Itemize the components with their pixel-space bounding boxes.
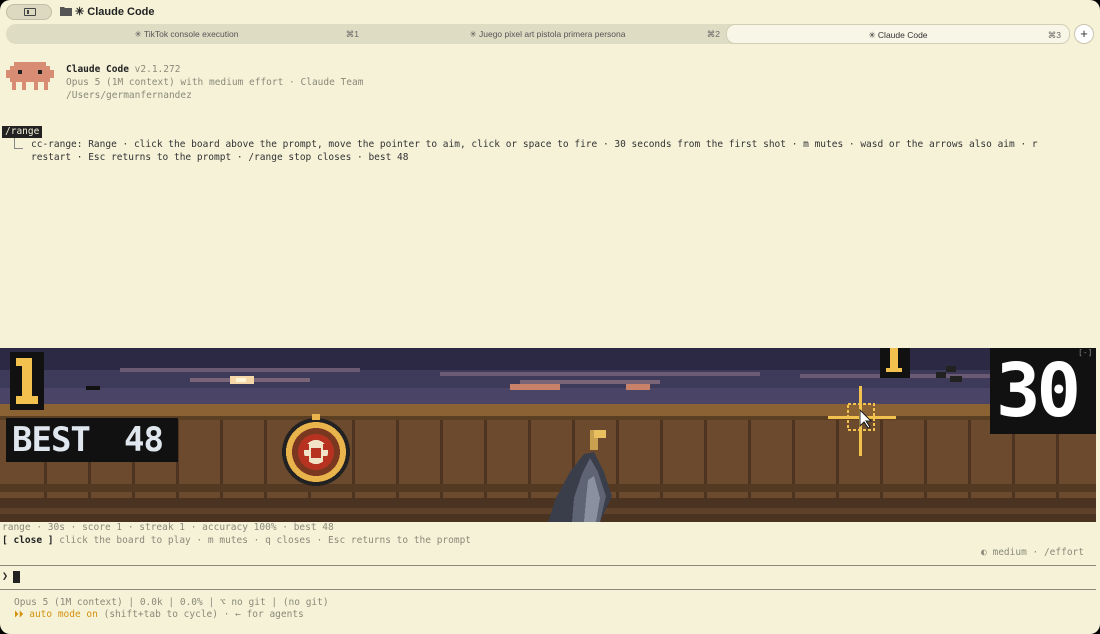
prompt-top-divider — [0, 565, 1096, 566]
working-directory: /Users/germanfernandez — [66, 90, 192, 101]
app-header: Claude Code v2.1.272 — [66, 64, 180, 75]
app-version: v2.1.272 — [134, 64, 181, 75]
range-game-board[interactable]: BEST 48 30 — [0, 348, 1096, 522]
tab-label: ✳ Claude Code — [868, 30, 928, 40]
command-output: cc-range: Range · click the board above … — [31, 139, 1038, 163]
terminal-window: ✳ Claude Code ✳ TikTok console execution… — [0, 0, 1100, 634]
close-game-button[interactable]: [ close ] — [2, 535, 53, 546]
sky — [0, 348, 1096, 370]
effort-indicator[interactable]: ◐ medium · /effort — [981, 547, 1084, 558]
rail — [0, 404, 1096, 416]
mode-footer: ⏵⏵ auto mode on (shift+tab to cycle) · ←… — [14, 609, 304, 620]
tab-juego-pixel-art[interactable]: ✳ Juego pixel art pistola primera person… — [367, 24, 728, 44]
tab-bar: ✳ TikTok console execution ⌘1 ✳ Juego pi… — [6, 24, 1070, 44]
app-name: Claude Code — [66, 64, 129, 75]
score-display — [10, 352, 44, 410]
tab-tiktok-console[interactable]: ✳ TikTok console execution ⌘1 — [6, 24, 367, 44]
tab-label: ✳ TikTok console execution — [134, 29, 239, 39]
model-line: Opus 5 (1M context) with medium effort ·… — [66, 77, 364, 88]
prompt-symbol: ❯ — [2, 571, 9, 582]
game-status-line: range · 30s · score 1 · streak 1 · accur… — [2, 522, 334, 533]
prompt-input-cursor[interactable] — [13, 571, 20, 583]
prompt-bottom-divider — [0, 589, 1096, 590]
entered-command: /range — [2, 126, 43, 138]
tab-claude-code[interactable]: ✳ Claude Code ⌘3 — [726, 24, 1070, 44]
tab-label: ✳ Juego pixel art pistola primera person… — [469, 29, 626, 39]
game-hint: click the board to play · m mutes · q cl… — [59, 535, 472, 546]
new-tab-button[interactable]: + — [1074, 24, 1094, 44]
sidebar-icon — [24, 8, 36, 16]
output-branch-icon — [14, 138, 23, 149]
best-label: BEST — [12, 420, 91, 460]
tab-shortcut: ⌘2 — [706, 29, 720, 39]
auto-mode-hint: (shift+tab to cycle) · ← for agents — [103, 609, 304, 620]
tab-shortcut: ⌘1 — [345, 29, 359, 39]
claude-mascot-icon — [6, 62, 54, 90]
folder-icon — [60, 7, 72, 16]
best-value: 48 — [124, 420, 164, 460]
title-bar: ✳ Claude Code — [0, 0, 1100, 24]
sidebar-toggle-button[interactable] — [6, 4, 52, 20]
timer-display: 30 — [996, 348, 1081, 434]
auto-mode-indicator[interactable]: ⏵⏵ auto mode on — [14, 609, 98, 620]
window-title: ✳ Claude Code — [75, 6, 155, 18]
collapse-game-button[interactable]: [-] — [1078, 348, 1092, 357]
hit-popup — [880, 348, 910, 378]
status-footer: Opus 5 (1M context) | 0.0k | 0.0% | ⌥ no… — [14, 597, 329, 608]
tab-shortcut: ⌘3 — [1047, 30, 1061, 40]
game-help-line: [ close ] click the board to play · m mu… — [2, 535, 471, 546]
